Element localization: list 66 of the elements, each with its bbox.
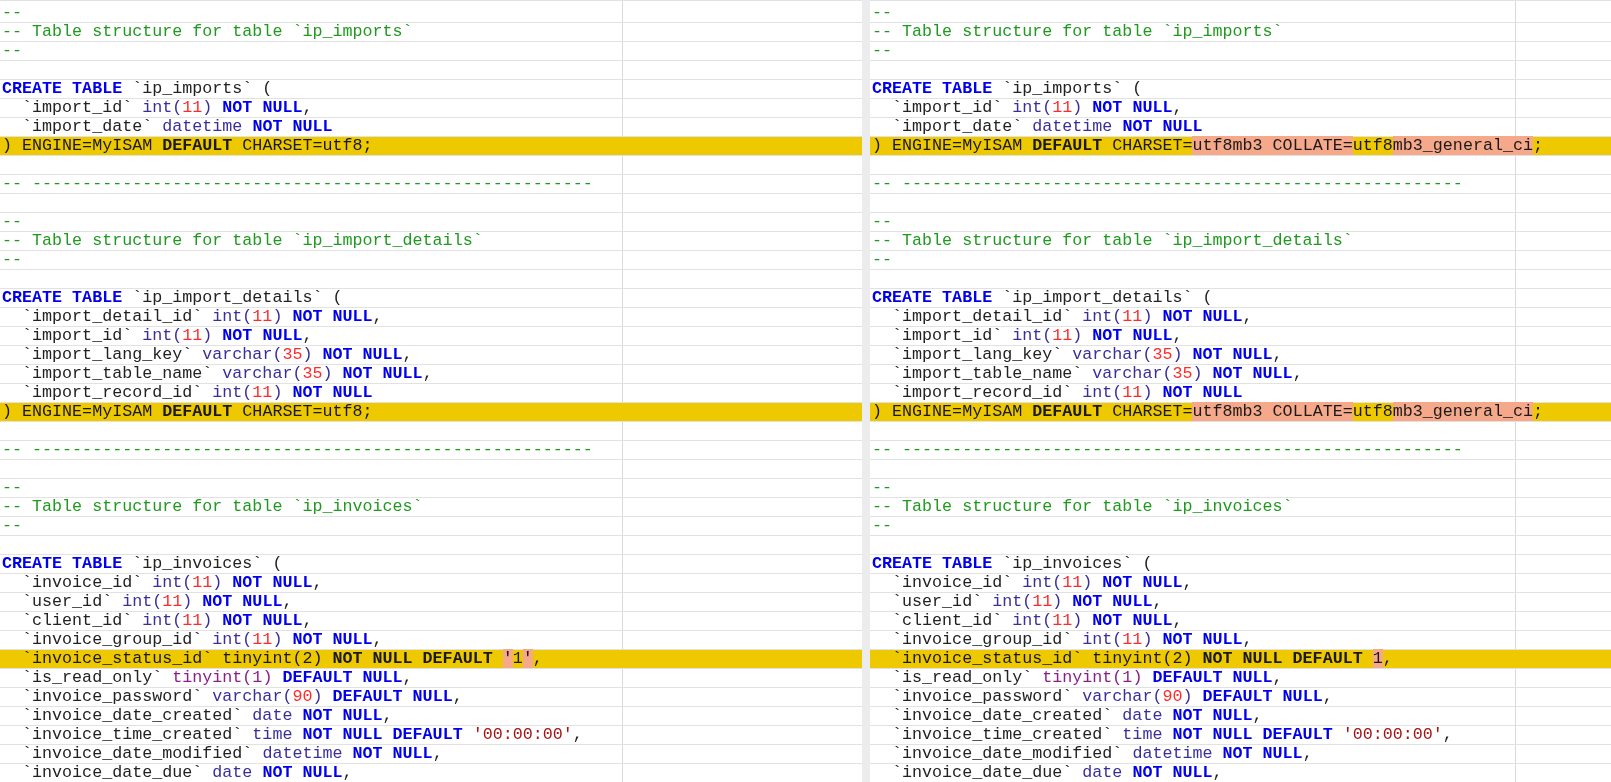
code-line: `import_lang_key` varchar(35) NOT NULL, [891, 346, 1283, 364]
code-line: ) ENGINE=MyISAM DEFAULT CHARSET=utf8; [2, 137, 373, 155]
code-line: `invoice_date_due` date NOT NULL, [21, 764, 353, 782]
code-line: -- [2, 42, 23, 60]
code-line: `import_date` datetime NOT NULL [891, 118, 1203, 136]
code-line: `invoice_date_created` date NOT NULL, [21, 707, 393, 725]
code-line: -- Table structure for table `ip_import_details` [2, 232, 483, 250]
code-line: -- [872, 479, 893, 497]
code-line: `invoice_date_created` date NOT NULL, [891, 707, 1263, 725]
code-line: -- [2, 479, 23, 497]
code-line: -- -------------------------------------------------------- [2, 175, 593, 193]
code-line: `import_record_id` int(11) NOT NULL [891, 384, 1243, 402]
code-line: -- [2, 4, 23, 22]
code-line: `invoice_password` varchar(90) DEFAULT NULL, [21, 688, 463, 706]
code-line: `import_id` int(11) NOT NULL, [21, 327, 313, 345]
code-line: `import_id` int(11) NOT NULL, [891, 99, 1183, 117]
code-line: CREATE TABLE `ip_import_details` ( [2, 289, 343, 307]
code-line: -- [872, 251, 893, 269]
code-line: -- -------------------------------------------------------- [872, 175, 1463, 193]
code-line: `invoice_id` int(11) NOT NULL, [21, 574, 323, 592]
code-line: `import_detail_id` int(11) NOT NULL, [21, 308, 383, 326]
code-line: ) ENGINE=MyISAM DEFAULT CHARSET=utf8; [2, 403, 373, 421]
code-line: -- [872, 517, 893, 535]
code-line: -- [872, 4, 893, 22]
code-line: -- Table structure for table `ip_import_details` [872, 232, 1353, 250]
code-line: -- [2, 517, 23, 535]
code-line: `invoice_time_created` time NOT NULL DEFAULT '00:00:00', [891, 726, 1453, 744]
code-line: `invoice_status_id` tinyint(2) NOT NULL DEFAULT '1', [21, 650, 543, 668]
code-line: -- Table structure for table `ip_imports` [2, 23, 413, 41]
code-line: `import_detail_id` int(11) NOT NULL, [891, 308, 1253, 326]
code-line: `invoice_group_id` int(11) NOT NULL, [891, 631, 1253, 649]
code-line: -- Table structure for table `ip_invoices` [2, 498, 423, 516]
code-line: -- -------------------------------------------------------- [2, 441, 593, 459]
code-line: `import_id` int(11) NOT NULL, [21, 99, 313, 117]
code-line: `import_record_id` int(11) NOT NULL [21, 384, 373, 402]
code-line: CREATE TABLE `ip_imports` ( [2, 80, 273, 98]
code-line: `client_id` int(11) NOT NULL, [21, 612, 313, 630]
code-line: `import_table_name` varchar(35) NOT NULL, [21, 365, 433, 383]
code-line: `import_date` datetime NOT NULL [21, 118, 333, 136]
code-line: `import_table_name` varchar(35) NOT NULL, [891, 365, 1303, 383]
code-line: `invoice_date_modified` datetime NOT NULL, [21, 745, 443, 763]
code-line: `is_read_only` tinyint(1) DEFAULT NULL, [21, 669, 413, 687]
code-line: -- [2, 213, 23, 231]
code-line: CREATE TABLE `ip_invoices` ( [2, 555, 283, 573]
code-line: `invoice_id` int(11) NOT NULL, [891, 574, 1193, 592]
code-line: `is_read_only` tinyint(1) DEFAULT NULL, [891, 669, 1283, 687]
code-line: `invoice_group_id` int(11) NOT NULL, [21, 631, 383, 649]
code-line: `user_id` int(11) NOT NULL, [891, 593, 1163, 611]
code-line: -- -------------------------------------------------------- [872, 441, 1463, 459]
code-line: `invoice_date_modified` datetime NOT NULL, [891, 745, 1313, 763]
code-line: `invoice_time_created` time NOT NULL DEFAULT '00:00:00', [21, 726, 583, 744]
code-line: `user_id` int(11) NOT NULL, [21, 593, 293, 611]
code-line: CREATE TABLE `ip_invoices` ( [872, 555, 1153, 573]
code-line: -- Table structure for table `ip_invoices` [872, 498, 1293, 516]
code-line: `invoice_password` varchar(90) DEFAULT NULL, [891, 688, 1333, 706]
code-line: `client_id` int(11) NOT NULL, [891, 612, 1183, 630]
code-line: -- [872, 42, 893, 60]
code-line: CREATE TABLE `ip_imports` ( [872, 80, 1143, 98]
code-line: `import_id` int(11) NOT NULL, [891, 327, 1183, 345]
code-line: -- Table structure for table `ip_imports` [872, 23, 1283, 41]
code-line: -- [872, 213, 893, 231]
code-line: `invoice_date_due` date NOT NULL, [891, 764, 1223, 782]
code-line: `import_lang_key` varchar(35) NOT NULL, [21, 346, 413, 364]
code-line: -- [2, 251, 23, 269]
code-line: `invoice_status_id` tinyint(2) NOT NULL DEFAULT 1, [891, 650, 1393, 668]
code-line: CREATE TABLE `ip_import_details` ( [872, 289, 1213, 307]
